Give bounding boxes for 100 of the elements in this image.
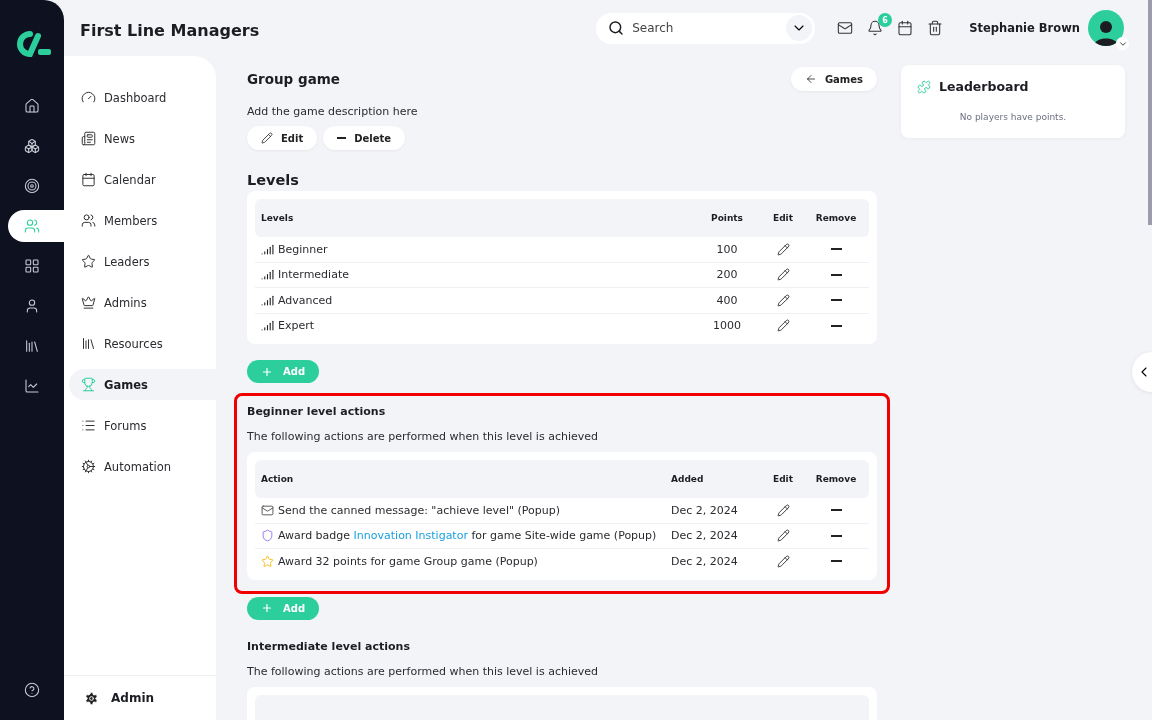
nav-item[interactable]: Automation — [69, 451, 216, 482]
list-icon — [81, 418, 96, 433]
section-title: Beginner level actions — [247, 405, 387, 418]
trophy-icon — [81, 377, 96, 392]
minus-icon — [830, 299, 842, 302]
column-header: Remove — [814, 213, 858, 223]
pencil-icon — [776, 529, 790, 543]
notification-count: 6 — [878, 13, 893, 27]
cubes-icon — [24, 138, 40, 154]
edit-button[interactable] — [774, 317, 792, 335]
minus-icon — [830, 273, 842, 276]
signal-bars-icon — [261, 293, 274, 307]
edit-button[interactable] — [774, 266, 792, 284]
home-icon — [24, 98, 40, 114]
edit-button[interactable] — [774, 240, 792, 258]
date-cell-text: Dec 2, 2024 — [671, 529, 739, 543]
date-cell-text: Dec 2, 2024 — [671, 554, 739, 568]
column-header: Levels — [261, 213, 295, 223]
section-heading: Levels — [247, 172, 300, 188]
search-bar[interactable]: Search — [596, 12, 816, 44]
nav-item[interactable]: Games — [69, 369, 216, 400]
gauge-icon — [81, 90, 96, 105]
action-text: Award badge Innovation Instigator for game Site-wide game (Popup) — [278, 529, 657, 543]
pencil-icon — [776, 242, 790, 256]
nav-item[interactable]: Members — [69, 205, 216, 236]
date-cell-text: Dec 2, 2024 — [671, 503, 739, 517]
rail-item[interactable] — [8, 210, 64, 242]
books-icon — [81, 336, 96, 351]
edit-button[interactable] — [774, 552, 792, 570]
bell-icon — [867, 20, 884, 36]
nav-item[interactable]: News — [69, 123, 216, 154]
edit-button[interactable] — [774, 527, 792, 545]
column-header: Edit — [772, 213, 794, 223]
calendar-icon — [81, 172, 96, 187]
gears-icon — [81, 459, 96, 474]
search-dropdown-button[interactable] — [786, 15, 813, 41]
search-field[interactable]: Search — [632, 21, 779, 35]
nav-item[interactable]: Resources — [69, 328, 216, 359]
page-title: First Line Managers — [80, 19, 261, 40]
pencil-icon — [776, 293, 790, 307]
shield-icon — [261, 529, 274, 543]
people-icon — [81, 213, 96, 228]
delete-button[interactable]: Delete — [323, 126, 406, 150]
table-cell-text: 200 — [715, 268, 739, 282]
minus-icon — [830, 248, 842, 251]
edit-button[interactable] — [774, 501, 792, 519]
signal-bars-icon — [261, 319, 274, 333]
arrow-left-icon — [804, 73, 817, 85]
signal-bars-icon — [261, 268, 274, 282]
edit-button[interactable]: Edit — [247, 126, 318, 150]
pencil-icon — [776, 503, 790, 517]
gear-icon — [84, 690, 99, 706]
user-icon — [24, 298, 40, 314]
books-icon — [24, 338, 40, 354]
column-header: Points — [710, 213, 744, 223]
minus-icon — [830, 560, 842, 563]
game-title: Group game — [247, 71, 340, 87]
back-button[interactable]: Games — [790, 67, 877, 91]
nav-item[interactable]: Calendar — [69, 164, 216, 195]
minus-icon — [830, 324, 842, 327]
section-description: The following actions are performed when this level is achieved — [247, 664, 599, 678]
notifications-button[interactable] — [867, 20, 884, 36]
column-header: Action — [261, 474, 295, 484]
level-name: Expert — [278, 319, 315, 333]
level-name: Advanced — [278, 293, 333, 307]
envelope-icon — [261, 503, 274, 517]
plus-icon — [261, 365, 273, 378]
calendar-icon — [897, 20, 914, 36]
nav-item[interactable]: Forums — [69, 410, 216, 441]
level-name: Intermediate — [278, 268, 349, 282]
trash-button[interactable] — [927, 20, 944, 36]
star-icon — [261, 554, 274, 568]
edit-button[interactable] — [774, 291, 792, 309]
calendar-button[interactable] — [897, 20, 914, 36]
nav-item[interactable]: Dashboard — [69, 82, 216, 113]
section-title: Intermediate level actions — [247, 639, 411, 653]
empty-message: No players have points. — [958, 112, 1068, 122]
table-cell-text: 1000 — [712, 319, 742, 333]
admin-link[interactable]: Admin — [64, 675, 216, 720]
star-icon — [81, 254, 96, 269]
search-icon — [608, 20, 625, 36]
trash-icon — [927, 20, 944, 36]
avatar-menu-button[interactable] — [1116, 37, 1129, 50]
action-text: Award 32 points for game Group game (Popup) — [278, 554, 538, 568]
action-text: Send the canned message: "achieve level" (Popup) — [278, 503, 560, 517]
minus-icon — [830, 509, 842, 512]
mail-button[interactable] — [837, 20, 854, 36]
chart-icon — [24, 378, 40, 394]
game-description: Add the game description here — [247, 105, 419, 118]
nav-item[interactable]: Admins — [69, 287, 216, 318]
target-icon — [24, 178, 40, 194]
section-description: The following actions are performed when this level is achieved — [247, 430, 599, 443]
nav-item[interactable]: Leaders — [69, 246, 216, 277]
envelope-icon — [837, 20, 854, 36]
minus-icon — [830, 534, 842, 537]
puzzle-icon — [917, 79, 931, 94]
avatar[interactable] — [1088, 10, 1124, 46]
column-header: Remove — [814, 474, 858, 484]
newspaper-icon — [81, 131, 96, 146]
pencil-icon — [776, 554, 790, 568]
